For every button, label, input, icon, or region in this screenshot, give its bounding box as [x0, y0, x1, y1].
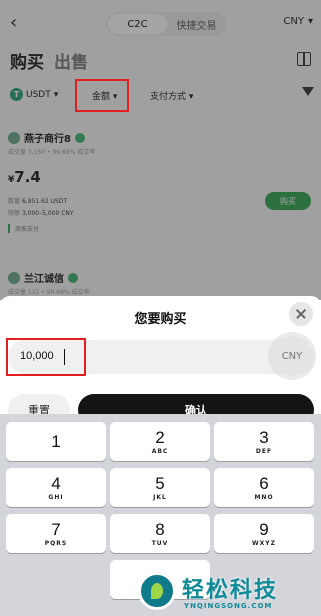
key-letters: WXYZ	[252, 539, 276, 547]
key-letters: ABC	[151, 447, 169, 455]
key-letters: GHI	[48, 493, 64, 501]
key-letters: TUV	[151, 539, 169, 547]
modal-overlay[interactable]	[0, 0, 321, 300]
key-1[interactable]: 1	[6, 422, 106, 461]
key-digit: 2	[155, 427, 165, 447]
watermark-title: 轻松科技	[182, 578, 279, 603]
key-3[interactable]: 3 DEF	[214, 422, 314, 461]
close-icon[interactable]	[289, 302, 313, 326]
key-letters: DEF	[255, 447, 273, 455]
key-letters: PQRS	[44, 539, 68, 547]
logo-icon	[138, 572, 176, 610]
key-9[interactable]: 9 WXYZ	[214, 514, 314, 553]
key-5[interactable]: 5 JKL	[110, 468, 210, 507]
p2p-market-page: ‹ C2C 快捷交易 CNY ▾ 购买 出售 T USDT ▾ 金额 ▾ 支付方…	[0, 0, 321, 300]
key-digit: 4	[51, 473, 61, 493]
watermark-subtitle: YNQINGSONG.COM	[184, 602, 273, 610]
key-digit: 7	[51, 519, 61, 539]
key-digit: 1	[51, 431, 61, 451]
key-4[interactable]: 4 GHI	[6, 468, 106, 507]
watermark: 轻松科技 YNQINGSONG.COM	[124, 566, 321, 616]
key-digit: 8	[155, 519, 165, 539]
annotation-highlight	[6, 338, 86, 376]
key-8[interactable]: 8 TUV	[110, 514, 210, 553]
key-digit: 5	[155, 473, 165, 493]
key-letters: JKL	[153, 493, 167, 501]
key-digit: 6	[259, 473, 269, 493]
key-digit: 9	[259, 519, 269, 539]
key-6[interactable]: 6 MNO	[214, 468, 314, 507]
key-blank	[6, 560, 106, 599]
key-2[interactable]: 2 ABC	[110, 422, 210, 461]
annotation-highlight	[75, 79, 129, 112]
sheet-title: 您要购买	[134, 312, 187, 327]
key-7[interactable]: 7 PQRS	[6, 514, 106, 553]
currency-unit: CNY	[272, 336, 312, 376]
key-letters: MNO	[254, 493, 274, 501]
key-digit: 3	[259, 427, 269, 447]
